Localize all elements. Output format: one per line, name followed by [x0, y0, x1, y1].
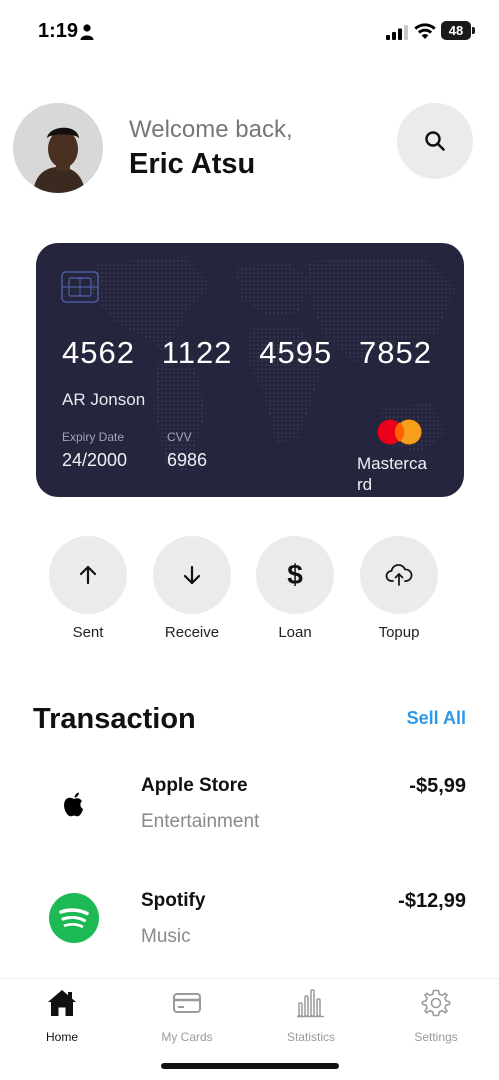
- search-icon: [425, 131, 445, 151]
- card-number-group: 1122: [161, 335, 233, 370]
- nav-item-my-cards[interactable]: My Cards: [137, 987, 237, 1044]
- avatar-photo: [13, 103, 103, 193]
- transaction-name: Spotify: [141, 890, 206, 911]
- transaction-category: Music: [141, 926, 191, 947]
- cvv-value: 6986: [167, 450, 208, 470]
- card-number-group: 7852: [359, 335, 432, 370]
- card-icon: [173, 993, 201, 1013]
- greeting-text: Welcome back,: [129, 116, 293, 143]
- nav-item-statistics[interactable]: Statistics: [261, 987, 361, 1044]
- topup-button[interactable]: Topup: [360, 536, 438, 641]
- avatar[interactable]: [13, 103, 103, 193]
- nav-label-my-cards: My Cards: [161, 1030, 213, 1044]
- nav-label-statistics: Statistics: [286, 1030, 335, 1044]
- cvv-label: CVV: [167, 430, 192, 444]
- battery-icon: 48: [441, 21, 476, 41]
- loan-circle[interactable]: $: [256, 536, 334, 614]
- status-time: 1:19: [38, 20, 79, 42]
- transaction-name: Apple Store: [141, 775, 248, 796]
- mastercard-logo-icon: [377, 419, 422, 445]
- credit-card[interactable]: 4562 1122 4595 7852 AR Jonson Expiry Dat…: [36, 243, 464, 497]
- search-button[interactable]: [397, 103, 473, 179]
- sent-button[interactable]: Sent: [49, 536, 127, 641]
- nav-item-settings[interactable]: Settings: [386, 987, 486, 1044]
- card-number-group: 4562: [62, 335, 135, 370]
- sent-label: Sent: [72, 624, 104, 641]
- cloud-upload-icon: [385, 564, 413, 586]
- transaction-amount: -$5,99: [409, 775, 466, 797]
- see-all-link[interactable]: Sell All: [407, 708, 466, 729]
- card-number-group: 4595: [259, 335, 333, 370]
- bar-chart-icon: [297, 989, 324, 1018]
- card-chip-icon: [61, 271, 99, 303]
- cellular-signal-icon: [386, 25, 408, 40]
- arrow-up-icon: [79, 565, 97, 585]
- transaction-category: Entertainment: [141, 811, 260, 832]
- transaction-section-title: Transaction: [33, 703, 196, 735]
- dollar-icon: $: [287, 559, 303, 590]
- topup-label: Topup: [378, 624, 420, 641]
- loan-button[interactable]: $ Loan: [256, 536, 334, 641]
- loan-label: Loan: [278, 624, 312, 641]
- nav-item-home[interactable]: Home: [12, 987, 112, 1044]
- gear-icon: [421, 989, 451, 1017]
- home-indicator[interactable]: [161, 1063, 339, 1069]
- card-number: 4562 1122 4595 7852: [62, 335, 432, 371]
- wifi-icon: [414, 23, 436, 39]
- transaction-row[interactable]: Spotify Music -$12,99: [0, 885, 499, 965]
- card-holder-name: AR Jonson: [62, 390, 146, 409]
- expiry-value: 24/2000: [62, 450, 128, 470]
- transaction-amount: -$12,99: [398, 890, 466, 912]
- status-bar: 1:19 48: [0, 0, 499, 62]
- receive-circle[interactable]: [153, 536, 231, 614]
- nav-label-home: Home: [45, 1030, 78, 1044]
- receive-label: Receive: [164, 624, 220, 641]
- arrow-down-icon: [183, 565, 201, 585]
- nav-label-settings: Settings: [414, 1030, 458, 1044]
- card-brand-name: Mastercard: [357, 454, 427, 494]
- battery-level: 48: [441, 21, 471, 40]
- home-icon: [48, 990, 76, 1016]
- topup-circle[interactable]: [360, 536, 438, 614]
- receive-button[interactable]: Receive: [153, 536, 231, 641]
- expiry-label: Expiry Date: [62, 430, 125, 444]
- transaction-row[interactable]: Apple Store Entertainment -$5,99: [0, 770, 499, 850]
- apple-icon: [64, 792, 83, 817]
- sent-circle[interactable]: [49, 536, 127, 614]
- user-name: Eric Atsu: [129, 148, 256, 180]
- spotify-icon: [49, 893, 99, 943]
- person-icon: [80, 24, 94, 40]
